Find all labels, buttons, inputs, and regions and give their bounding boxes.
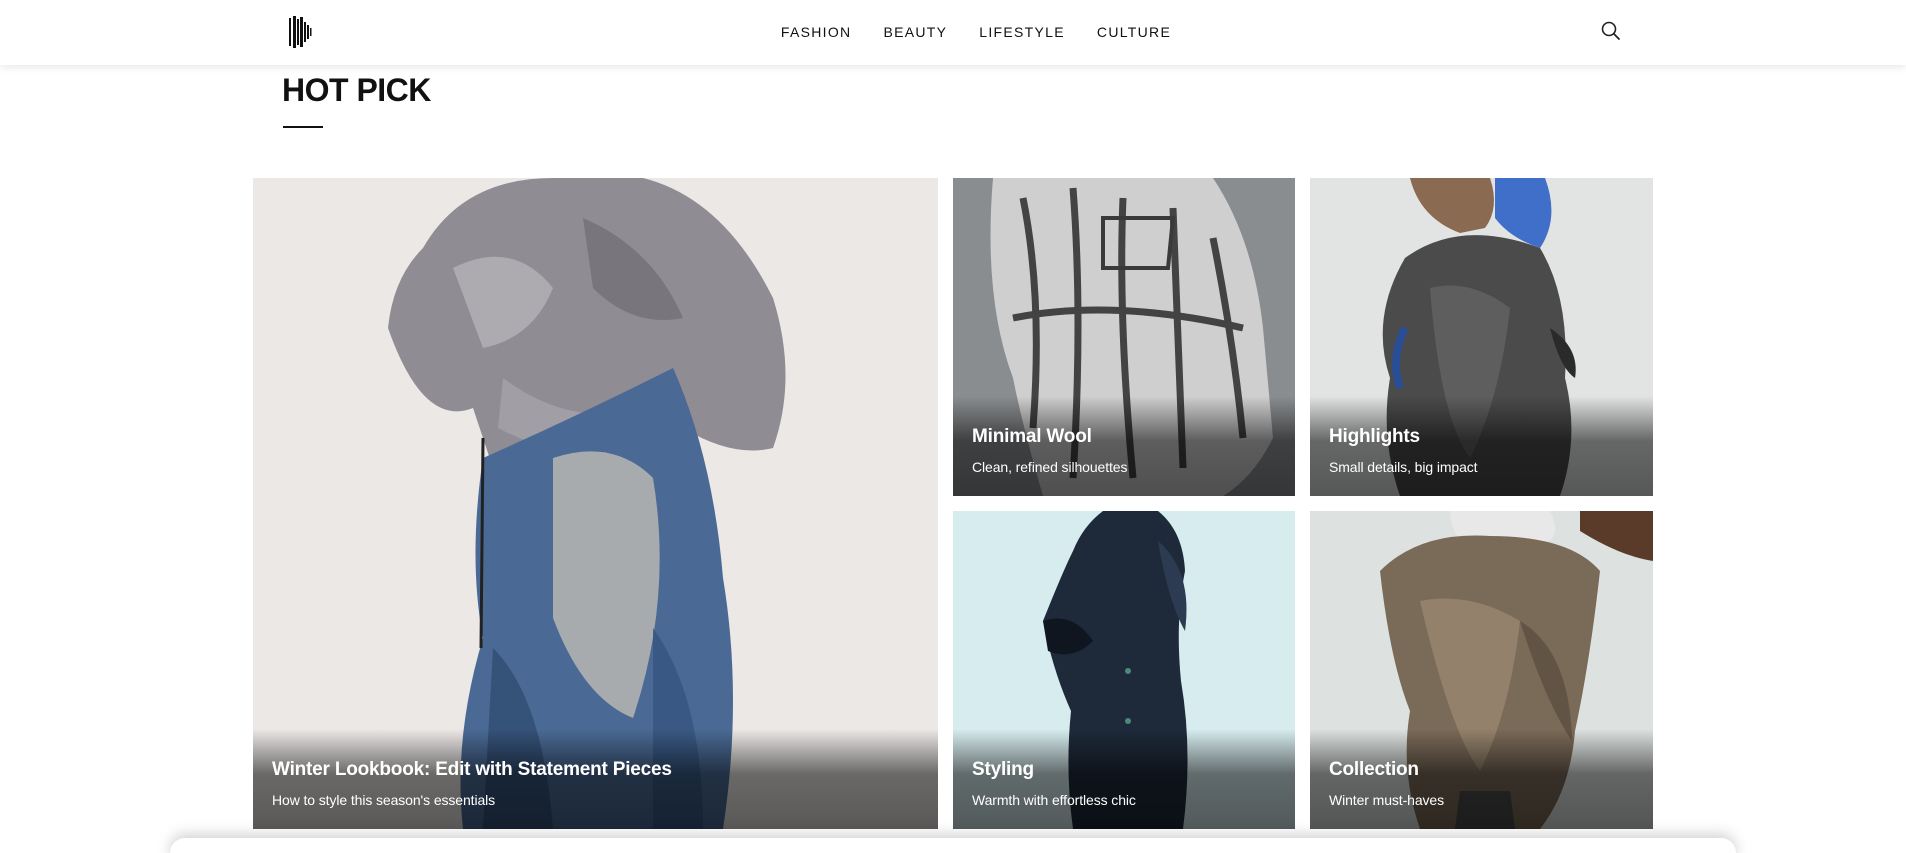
card-subtitle: Winter must-haves xyxy=(1329,792,1444,808)
site-header: FASHION BEAUTY LIFESTYLE CULTURE xyxy=(0,0,1906,65)
nav-item-lifestyle[interactable]: LIFESTYLE xyxy=(979,0,1065,65)
nav-item-beauty[interactable]: BEAUTY xyxy=(883,0,947,65)
card-title[interactable]: Winter Lookbook: Edit with Statement Pie… xyxy=(272,759,672,781)
card-subtitle: How to style this season's essentials xyxy=(272,792,496,808)
feature-card-styling[interactable]: Styling Warmth with effortless chic xyxy=(953,511,1295,829)
card-subtitle: Warmth with effortless chic xyxy=(972,792,1136,808)
card-title[interactable]: Styling xyxy=(972,759,1034,781)
title-underline xyxy=(283,126,323,128)
search-icon[interactable] xyxy=(1600,20,1622,42)
card-title[interactable]: Collection xyxy=(1329,759,1419,781)
feature-card-winter-lookbook[interactable]: Winter Lookbook: Edit with Statement Pie… xyxy=(253,178,938,829)
card-title[interactable]: Highlights xyxy=(1329,426,1420,448)
card-title[interactable]: Minimal Wool xyxy=(972,426,1092,448)
bottom-panel-edge xyxy=(170,838,1736,853)
feature-card-collection[interactable]: Collection Winter must-haves xyxy=(1310,511,1653,829)
nav-item-fashion[interactable]: FASHION xyxy=(781,0,852,65)
section-title: HOT PICK xyxy=(282,72,431,108)
feature-card-minimal-wool[interactable]: Minimal Wool Clean, refined silhouettes xyxy=(953,178,1295,496)
feature-card-highlights[interactable]: Highlights Small details, big impact xyxy=(1310,178,1653,496)
card-subtitle: Clean, refined silhouettes xyxy=(972,459,1128,475)
nav-item-culture[interactable]: CULTURE xyxy=(1097,0,1171,65)
card-subtitle: Small details, big impact xyxy=(1329,459,1478,475)
